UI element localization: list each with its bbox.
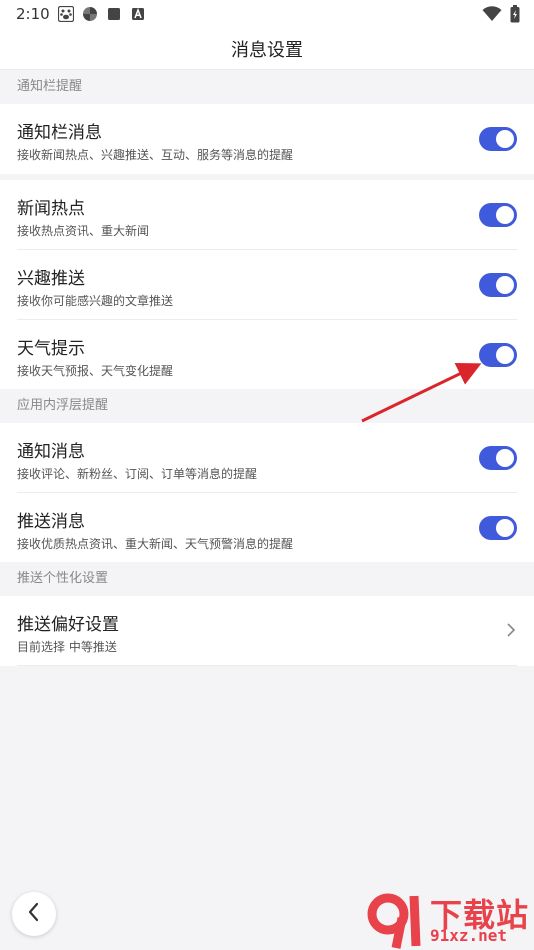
group-push-personalization: 推送偏好设置 目前选择 中等推送 [0, 596, 534, 666]
watermark-url: 91xz.net [430, 926, 508, 945]
setting-title: 推送偏好设置 [17, 615, 119, 635]
status-bar: 2:10 [0, 0, 534, 30]
setting-row-push-preference[interactable]: 推送偏好设置 目前选择 中等推送 [0, 596, 534, 666]
setting-row-news-hot: 新闻热点 接收热点资讯、重大新闻 [0, 180, 534, 250]
row-divider [17, 665, 517, 666]
setting-row-push-message: 推送消息 接收优质热点资讯、重大新闻、天气预警消息的提醒 [0, 493, 534, 563]
setting-description: 接收天气预报、天气变化提醒 [17, 364, 174, 378]
setting-description: 接收你可能感兴趣的文章推送 [17, 294, 174, 308]
setting-title: 天气提示 [17, 339, 85, 359]
setting-title: 通知消息 [17, 442, 85, 462]
chevron-left-icon [27, 902, 41, 926]
section-label-notification-bar: 通知栏提醒 [0, 70, 534, 104]
push-message-toggle[interactable] [479, 516, 517, 540]
group-content-push: 新闻热点 接收热点资讯、重大新闻 兴趣推送 接收你可能感兴趣的文章推送 天气提示… [0, 180, 534, 390]
toggle-knob [496, 130, 514, 148]
letter-a-icon [130, 6, 146, 22]
watermark: 下载站 91xz.net [366, 888, 534, 950]
wifi-icon [482, 6, 502, 26]
setting-title: 通知栏消息 [17, 123, 102, 143]
page-title: 消息设置 [231, 40, 303, 61]
system-icons [482, 5, 520, 27]
setting-description: 接收优质热点资讯、重大新闻、天气预警消息的提醒 [17, 537, 294, 551]
toggle-knob [496, 519, 514, 537]
battery-icon [510, 5, 520, 27]
app-header: 消息设置 [0, 30, 534, 70]
back-button[interactable] [12, 892, 56, 936]
pinwheel-icon [82, 6, 98, 22]
setting-row-interest-push: 兴趣推送 接收你可能感兴趣的文章推送 [0, 250, 534, 320]
setting-description: 目前选择 中等推送 [17, 640, 117, 654]
section-label-push-personalization: 推送个性化设置 [0, 562, 534, 596]
toggle-knob [496, 206, 514, 224]
setting-title: 兴趣推送 [17, 269, 85, 289]
notice-message-toggle[interactable] [479, 446, 517, 470]
status-time: 2:10 [16, 5, 50, 23]
watermark-logo-icon [366, 890, 428, 950]
group-notification-bar: 通知栏消息 接收新闻热点、兴趣推送、互动、服务等消息的提醒 [0, 104, 534, 174]
setting-title: 新闻热点 [17, 199, 85, 219]
interest-push-toggle[interactable] [479, 273, 517, 297]
paw-icon [58, 6, 74, 22]
weather-toggle[interactable] [479, 343, 517, 367]
setting-row-weather: 天气提示 接收天气预报、天气变化提醒 [0, 320, 534, 390]
group-in-app-overlay: 通知消息 接收评论、新粉丝、订阅、订单等消息的提醒 推送消息 接收优质热点资讯、… [0, 423, 534, 563]
setting-row-notification-bar: 通知栏消息 接收新闻热点、兴趣推送、互动、服务等消息的提醒 [0, 104, 534, 174]
setting-row-notice-message: 通知消息 接收评论、新粉丝、订阅、订单等消息的提醒 [0, 423, 534, 493]
toggle-knob [496, 346, 514, 364]
news-hot-toggle[interactable] [479, 203, 517, 227]
section-label-in-app-overlay: 应用内浮层提醒 [0, 389, 534, 423]
notification-bar-toggle[interactable] [479, 127, 517, 151]
setting-description: 接收热点资讯、重大新闻 [17, 224, 150, 238]
setting-title: 推送消息 [17, 512, 85, 532]
setting-description: 接收新闻热点、兴趣推送、互动、服务等消息的提醒 [17, 148, 294, 162]
notification-icons [58, 6, 146, 22]
toggle-knob [496, 449, 514, 467]
setting-description: 接收评论、新粉丝、订阅、订单等消息的提醒 [17, 467, 258, 481]
toggle-knob [496, 276, 514, 294]
chevron-right-icon [506, 622, 516, 638]
square-icon [106, 6, 122, 22]
